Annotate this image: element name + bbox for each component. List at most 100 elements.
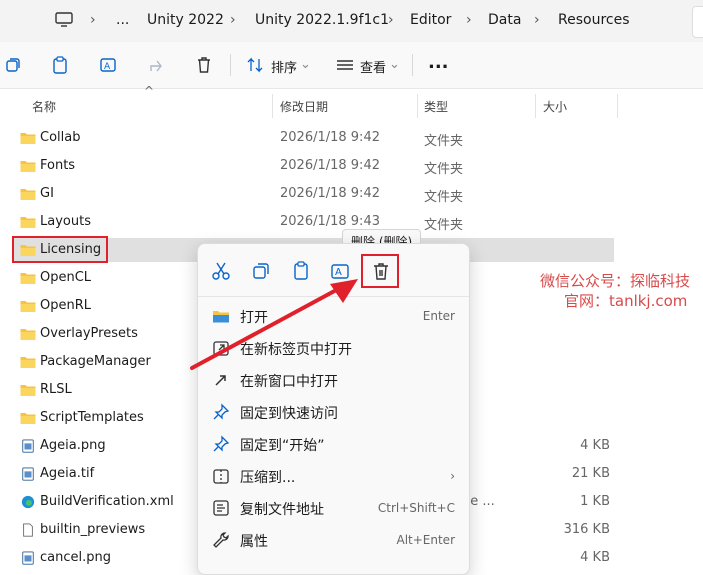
rename-icon[interactable]: A (330, 260, 352, 282)
folder-icon (20, 217, 36, 228)
computer-icon[interactable] (55, 12, 73, 28)
delete-icon[interactable] (195, 56, 213, 74)
svg-text:A: A (335, 267, 342, 278)
folder-icon (20, 301, 36, 312)
file-size: 21 KB (571, 466, 610, 481)
copy-icon[interactable] (250, 260, 272, 282)
file-name: RLSL (40, 382, 72, 397)
new-window-icon (215, 375, 226, 386)
column-date[interactable]: 修改日期 (280, 98, 328, 115)
cut-icon[interactable] (4, 56, 22, 74)
file-name: OpenCL (40, 270, 92, 285)
folder-icon (20, 413, 36, 424)
column-name[interactable]: 名称 (32, 98, 56, 115)
column-size[interactable]: 大小 (543, 98, 567, 115)
file-date: 2026/1/18 9:42 (280, 158, 380, 173)
file-row-gi[interactable]: GI 2026/1/18 9:42 文件夹 (0, 180, 703, 208)
folder-icon (20, 273, 36, 284)
file-name: BuildVerification.xml (40, 494, 174, 509)
breadcrumb-unity-2022[interactable]: Unity 2022 (147, 12, 224, 28)
folder-icon (20, 161, 36, 172)
breadcrumb-unity-version[interactable]: Unity 2022.1.9f1c1 (255, 12, 389, 28)
pin-icon (213, 435, 230, 452)
chevron-right-icon: › (230, 12, 236, 28)
file-name: OverlayPresets (40, 326, 138, 341)
breadcrumb-overflow[interactable]: ... (116, 12, 129, 28)
chevron-right-icon: › (388, 12, 394, 28)
menu-item-0[interactable]: 打开 Enter (198, 300, 469, 332)
file-name: Layouts (40, 214, 91, 229)
file-name: builtin_previews (40, 522, 146, 537)
file-name: PackageManager (40, 354, 151, 369)
breadcrumb-resources[interactable]: Resources (558, 12, 630, 28)
file-date: 2026/1/18 9:42 (280, 186, 380, 201)
chevron-down-icon: ⌄ (389, 57, 400, 72)
file-name: GI (40, 186, 54, 201)
search-box[interactable] (692, 6, 703, 38)
paste-icon[interactable] (51, 56, 69, 74)
chevron-down-icon: ⌄ (300, 57, 311, 72)
menu-item-5[interactable]: 压缩到... › (198, 460, 469, 492)
menu-item-6[interactable]: 复制文件地址 Ctrl+Shift+C (198, 492, 469, 524)
folder-icon (20, 329, 36, 340)
share-icon[interactable] (148, 56, 166, 74)
menu-item-label: 压缩到... (240, 470, 296, 486)
column-divider[interactable] (617, 94, 618, 118)
image-file-icon (22, 467, 34, 481)
toolbar-divider (230, 54, 231, 76)
wrench-icon (213, 532, 229, 548)
more-options-button[interactable]: ... (428, 52, 449, 73)
selection-highlight-box (12, 236, 108, 263)
chevron-right-icon: › (90, 12, 96, 28)
toolbar: A 排序 ⌄ 查看 ⌄ ... (0, 42, 703, 89)
menu-item-shortcut: Enter (422, 309, 455, 323)
file-row-collab[interactable]: Collab 2026/1/18 9:42 文件夹 (0, 124, 703, 152)
zip-icon (213, 469, 229, 484)
menu-item-7[interactable]: 属性 Alt+Enter (198, 524, 469, 556)
column-headers: 名称 ^ 修改日期 类型 大小 (0, 84, 703, 120)
column-divider[interactable] (535, 94, 536, 118)
sort-button[interactable]: 排序 (271, 57, 297, 76)
breadcrumb-data[interactable]: Data (488, 12, 521, 28)
new-tab-icon (213, 341, 229, 356)
watermark-text: 微信公众号：探临科技 (540, 272, 691, 290)
watermark-text: 官网：tanlkj.com (564, 292, 688, 310)
folder-open-icon (213, 311, 229, 323)
column-divider[interactable] (272, 94, 273, 118)
menu-item-1[interactable]: 在新标签页中打开 (198, 332, 469, 364)
folder-icon (20, 357, 36, 368)
column-divider[interactable] (417, 94, 418, 118)
folder-icon (20, 189, 36, 200)
chevron-right-icon: › (534, 12, 540, 28)
menu-item-shortcut: Ctrl+Shift+C (377, 501, 455, 515)
menu-item-label: 在新窗口中打开 (240, 374, 338, 390)
rename-icon[interactable]: A (100, 56, 118, 74)
file-row-fonts[interactable]: Fonts 2026/1/18 9:42 文件夹 (0, 152, 703, 180)
sort-icon[interactable] (246, 56, 264, 74)
paste-icon[interactable] (290, 260, 312, 282)
file-name: Ageia.png (40, 438, 106, 453)
breadcrumb-editor[interactable]: Editor (410, 12, 451, 28)
view-icon[interactable] (336, 56, 354, 74)
address-bar[interactable]: › ... Unity 2022 › Unity 2022.1.9f1c1 › … (0, 0, 703, 42)
delete-icon[interactable] (370, 260, 392, 282)
file-icon (23, 523, 33, 537)
file-date: 2026/1/18 9:42 (280, 130, 380, 145)
file-type: 文件夹 (424, 134, 464, 149)
file-size: 4 KB (580, 438, 610, 453)
menu-item-label: 固定到“开始” (240, 438, 325, 454)
cut-icon[interactable] (210, 260, 232, 282)
menu-item-4[interactable]: 固定到“开始” (198, 428, 469, 460)
menu-item-shortcut: Alt+Enter (396, 533, 455, 547)
sort-ascending-icon: ^ (144, 84, 155, 98)
file-size: 316 KB (563, 522, 610, 537)
menu-item-3[interactable]: 固定到快速访问 (198, 396, 469, 428)
file-name: cancel.png (40, 550, 111, 565)
column-type[interactable]: 类型 (424, 98, 448, 115)
file-size: 1 KB (580, 494, 610, 509)
menu-item-2[interactable]: 在新窗口中打开 (198, 364, 469, 396)
file-name: Fonts (40, 158, 76, 173)
file-name: Collab (40, 130, 81, 145)
file-date: 2026/1/18 9:43 (280, 214, 380, 229)
view-button[interactable]: 查看 (360, 57, 386, 76)
